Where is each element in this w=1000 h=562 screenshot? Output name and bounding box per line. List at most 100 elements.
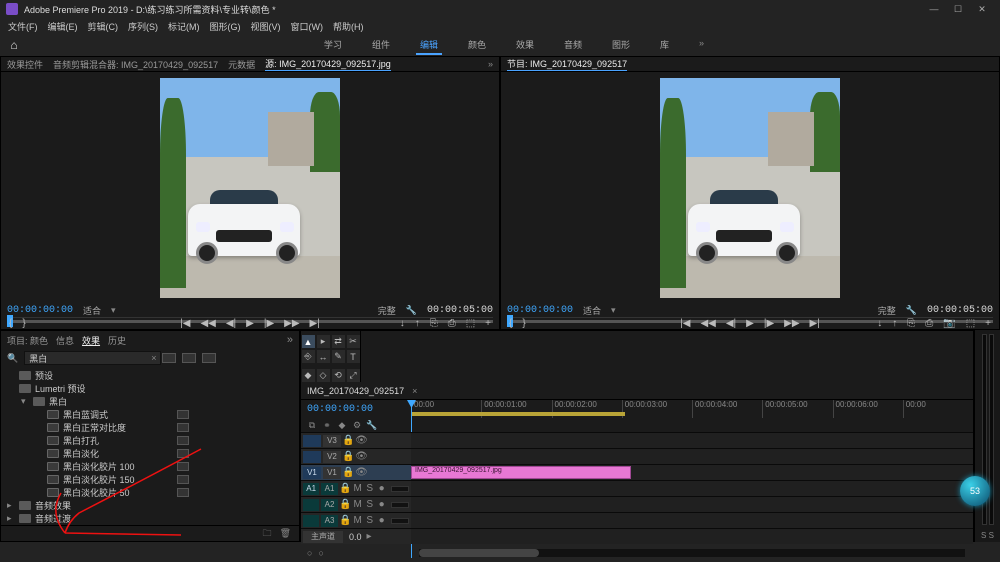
source-tab[interactable]: 音频剪辑混合器: IMG_20170429_092517 (53, 58, 218, 71)
effects-tree-row[interactable]: 黑白正常对比度 (1, 421, 299, 434)
source-tab[interactable]: 效果控件 (7, 58, 43, 71)
preset-filter-icon[interactable] (202, 353, 216, 363)
transport-button[interactable]: ⬚ (466, 318, 475, 329)
transport-button[interactable]: ◀◀ (700, 318, 715, 329)
transport-button[interactable]: 📷 (943, 318, 955, 329)
source-scale-dropdown[interactable]: 完整 (378, 304, 396, 317)
track-target[interactable]: V2 (323, 451, 341, 463)
source-patch[interactable] (303, 499, 319, 511)
video-lane[interactable] (411, 432, 973, 448)
effects-tree-row[interactable]: ▾黑白 (1, 395, 299, 408)
workspace-tab[interactable]: 音频 (560, 36, 586, 55)
tool-button[interactable]: ▲ (302, 335, 315, 348)
video-track-header[interactable]: V3🔒👁 (301, 432, 411, 448)
video-track-header[interactable]: V1V1🔒👁 (301, 464, 411, 480)
tab-overflow-icon[interactable]: » (287, 334, 293, 346)
menu-item[interactable]: 视图(V) (247, 20, 285, 33)
disclosure-icon[interactable]: ▸ (7, 500, 15, 511)
transport-button[interactable]: ▶| (810, 318, 820, 329)
mark-button[interactable]: } (522, 318, 525, 329)
workspace-tab[interactable]: 组件 (368, 36, 394, 55)
program-in-timecode[interactable]: 00:00:00:00 (507, 305, 573, 316)
timeline-clip[interactable]: IMG_20170429_092517.jpg (411, 466, 631, 479)
effects-tree[interactable]: 预设Lumetri 预设▾黑白黑白蓝调式黑白正常对比度黑白打孔黑白淡化黑白淡化胶… (1, 367, 299, 525)
mark-button[interactable]: { (509, 318, 512, 329)
eye-icon[interactable]: 👁 (356, 467, 367, 478)
solo-button[interactable]: S (365, 515, 375, 526)
transport-button[interactable]: ↓ (400, 318, 405, 329)
menu-item[interactable]: 编辑(E) (44, 20, 82, 33)
effects-tree-row[interactable]: 黑白淡化胶片 150 (1, 473, 299, 486)
effects-tree-row[interactable]: Lumetri 预设 (1, 382, 299, 395)
sequence-tab[interactable]: IMG_20170429_092517 × (301, 382, 973, 400)
timeline-timecode[interactable]: 00:00:00:00 (307, 404, 373, 415)
settings-icon[interactable]: ⚙ (352, 420, 362, 430)
transport-button[interactable]: |▶ (764, 318, 774, 329)
transport-button[interactable]: |◀ (680, 318, 690, 329)
record-button[interactable]: ● (377, 499, 387, 510)
program-fit-dropdown[interactable]: 适合 (583, 304, 601, 317)
master-value[interactable]: 0.0 (349, 532, 362, 542)
zoom-handle[interactable] (419, 549, 539, 557)
solo-button[interactable]: S (365, 483, 375, 494)
panel-tab[interactable]: 信息 (56, 334, 74, 347)
effects-tree-row[interactable]: 黑白打孔 (1, 434, 299, 447)
workspace-overflow-icon[interactable]: » (695, 36, 708, 55)
menu-item[interactable]: 序列(S) (124, 20, 162, 33)
disclosure-icon[interactable]: ▸ (7, 513, 15, 524)
tool-button[interactable]: ⤢ (347, 369, 360, 382)
tool-button[interactable]: ⟲ (332, 369, 345, 382)
mark-button[interactable]: } (22, 318, 25, 329)
tool-button[interactable]: ◆ (302, 369, 315, 382)
lock-icon[interactable]: 🔒 (340, 499, 351, 510)
track-lanes[interactable]: IMG_20170429_092517.jpg (411, 432, 973, 544)
lock-icon[interactable]: 🔒 (343, 451, 354, 462)
disclosure-icon[interactable]: ▾ (21, 396, 29, 407)
button-editor-icon[interactable]: + (985, 318, 991, 329)
transport-button[interactable]: ⬚ (966, 318, 975, 329)
lock-icon[interactable]: 🔒 (340, 483, 351, 494)
mute-button[interactable]: M (353, 499, 363, 510)
program-monitor[interactable] (501, 72, 999, 304)
preset-filter-icon[interactable] (182, 353, 196, 363)
maximize-button[interactable]: ☐ (946, 4, 970, 15)
effects-tree-row[interactable]: 黑白淡化胶片 100 (1, 460, 299, 473)
menu-item[interactable]: 帮助(H) (329, 20, 368, 33)
transport-button[interactable]: ⎘ (430, 318, 438, 329)
panel-tab[interactable]: 项目: 颜色 (7, 334, 48, 347)
eye-icon[interactable]: 👁 (356, 451, 367, 462)
audio-lane[interactable] (411, 480, 973, 496)
menu-item[interactable]: 剪辑(C) (84, 20, 123, 33)
play-button[interactable]: ▶ (246, 318, 254, 329)
workspace-tab[interactable]: 图形 (608, 36, 634, 55)
transport-button[interactable]: ↑ (415, 318, 420, 329)
video-lane[interactable] (411, 448, 973, 464)
preset-filter-icon[interactable] (162, 353, 176, 363)
workspace-tab[interactable]: 编辑 (416, 36, 442, 55)
transport-button[interactable]: ⎘ (907, 318, 915, 329)
effects-tree-row[interactable]: ▸音频过渡 (1, 512, 299, 525)
source-in-timecode[interactable]: 00:00:00:00 (7, 305, 73, 316)
menu-item[interactable]: 文件(F) (4, 20, 42, 33)
transport-button[interactable]: ◀| (726, 318, 736, 329)
track-target[interactable]: A2 (321, 499, 337, 511)
mute-button[interactable]: M (353, 483, 363, 494)
audio-track-header[interactable]: A2🔒MS● (301, 496, 411, 512)
home-icon[interactable]: ⌂ (0, 38, 28, 52)
snap-icon[interactable]: ⧉ (307, 420, 317, 430)
tool-button[interactable]: ⇄ (332, 335, 345, 348)
close-window-button[interactable]: ✕ (970, 4, 994, 15)
transport-button[interactable]: ↓ (877, 318, 882, 329)
audio-lane[interactable] (411, 512, 973, 528)
wrench-icon[interactable]: 🔧 (406, 305, 417, 316)
close-sequence-icon[interactable]: × (412, 386, 417, 396)
program-scale-dropdown[interactable]: 完整 (878, 304, 896, 317)
source-patch[interactable] (303, 451, 321, 463)
source-patch[interactable] (303, 435, 321, 447)
tool-button[interactable]: ↔ (317, 350, 330, 363)
clear-search-icon[interactable]: × (151, 353, 156, 363)
collapse-icon[interactable]: ▸ (364, 531, 375, 542)
mute-button[interactable]: M (353, 515, 363, 526)
effects-tree-row[interactable]: 黑白淡化 (1, 447, 299, 460)
minimize-button[interactable]: — (922, 4, 946, 14)
